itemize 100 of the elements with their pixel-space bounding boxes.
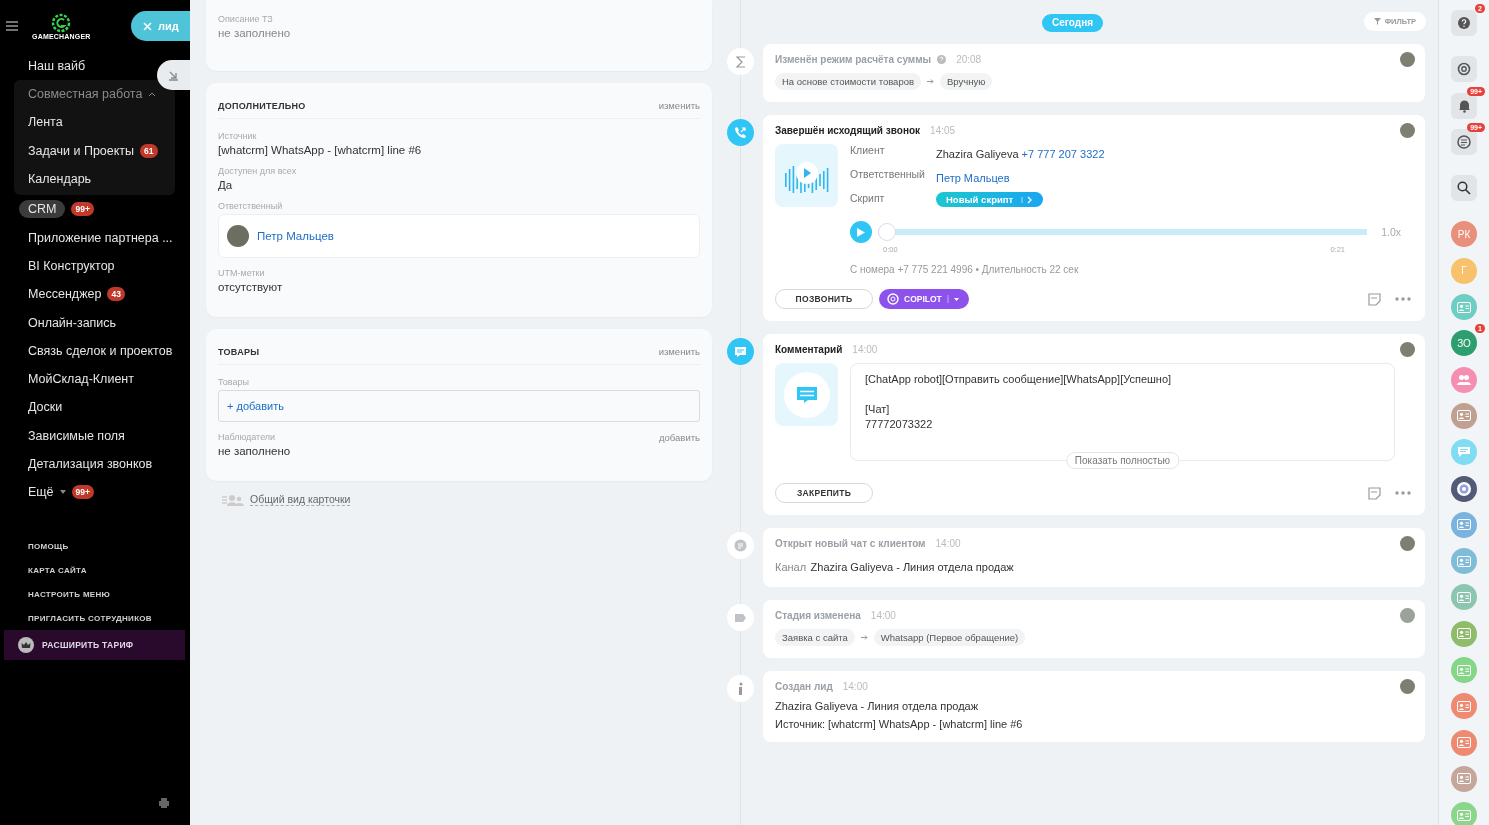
- arrow-icon: [860, 635, 868, 640]
- add-product-field[interactable]: + добавить: [218, 390, 700, 422]
- menu-item[interactable]: Лента: [28, 115, 63, 130]
- tag-icon: [734, 612, 747, 623]
- event-title: Изменён режим расчёта суммы: [775, 54, 932, 65]
- contact-button[interactable]: [1451, 584, 1477, 611]
- menu-item[interactable]: МойСклад-Клиент: [28, 372, 134, 387]
- contact-button[interactable]: [1451, 765, 1477, 792]
- card-view-link[interactable]: Общий вид карточки: [250, 493, 351, 506]
- chats-button[interactable]: [1451, 128, 1477, 155]
- info-icon: [737, 681, 744, 696]
- note-icon: [1368, 486, 1381, 500]
- menu-item[interactable]: Задачи и Проекты: [28, 143, 135, 158]
- avatar: [1400, 342, 1415, 357]
- person-link[interactable]: Петр Мальцев: [257, 230, 334, 242]
- count-badge: 99+: [71, 485, 94, 500]
- footer-link[interactable]: ПОМОЩЬ: [0, 534, 190, 559]
- contact-card-icon: [1457, 773, 1471, 785]
- menu-item[interactable]: Мессенджер: [28, 287, 102, 302]
- action-button[interactable]: ПОЗВОНИТЬ: [775, 289, 873, 309]
- app-button[interactable]: [1451, 475, 1477, 502]
- menu-item[interactable]: CRM: [19, 200, 66, 219]
- people-icon: [1456, 373, 1472, 386]
- field-label: Источник: [218, 131, 257, 141]
- menu-item[interactable]: Ещё: [28, 485, 54, 500]
- menu-item[interactable]: BI Конструктор: [28, 258, 115, 273]
- person-link[interactable]: Петр Мальцев: [936, 172, 1010, 184]
- contact-button[interactable]: [1451, 802, 1477, 825]
- event-time: 20:08: [956, 54, 982, 65]
- add-link[interactable]: добавить: [659, 432, 700, 445]
- field-value: [whatcrm] WhatsApp - [whatcrm] line #6: [218, 144, 423, 156]
- contact-card-icon: [1457, 591, 1471, 603]
- copilot-button[interactable]: COPILOT: [879, 289, 969, 309]
- spiral-icon: [887, 293, 899, 305]
- menu-group-title[interactable]: Совместная работа: [28, 87, 143, 102]
- call-field-label: Скрипт: [850, 192, 886, 206]
- bot-button[interactable]: [1451, 439, 1477, 466]
- contact-button[interactable]: [1451, 693, 1477, 720]
- menu-item[interactable]: Приложение партнера ...: [28, 230, 173, 245]
- avatar: [1400, 536, 1415, 551]
- bell-button[interactable]: [1451, 92, 1477, 119]
- contact-button[interactable]: [1451, 511, 1477, 538]
- contact-button[interactable]: [1451, 402, 1477, 429]
- play-button[interactable]: [850, 221, 872, 243]
- contact-button[interactable]: [1451, 729, 1477, 756]
- field-value: не заполнено: [218, 445, 292, 457]
- event-time: 14:00: [852, 344, 878, 355]
- event-time: 14:00: [870, 610, 896, 621]
- contact-button[interactable]: [1451, 548, 1477, 575]
- menu-item[interactable]: Календарь: [28, 172, 92, 187]
- field-label: Описание ТЗ: [218, 14, 273, 24]
- menu-item[interactable]: Наш вайб: [28, 59, 86, 74]
- footer-link[interactable]: НАСТРОИТЬ МЕНЮ: [0, 582, 190, 607]
- chat-bubble-icon: [783, 371, 830, 418]
- avatar: [1400, 679, 1415, 694]
- contact-card-icon: [1457, 700, 1471, 712]
- footer-link[interactable]: КАРТА САЙТА: [0, 558, 190, 583]
- collapse-button[interactable]: [157, 60, 190, 90]
- show-more-button[interactable]: Показать полностью: [1065, 452, 1180, 469]
- menu-item[interactable]: Связь сделок и проектов: [28, 343, 173, 358]
- channel-label: Канал: [775, 561, 807, 573]
- comment-text: [ChatApp robot][Отправить сообщение][WhatsApp][Успешно]: [865, 372, 1173, 387]
- menu-icon: [6, 21, 18, 31]
- contact-button[interactable]: [1451, 620, 1477, 647]
- edit-link[interactable]: изменить: [658, 100, 700, 111]
- contact-card-icon: [1457, 555, 1471, 567]
- more-icon: [1395, 297, 1411, 301]
- call-field-label: Клиент: [850, 144, 886, 158]
- section-title: ДОПОЛНИТЕЛЬНО: [218, 100, 306, 111]
- search-button[interactable]: [1451, 175, 1477, 202]
- group-button[interactable]: [1451, 366, 1477, 393]
- contact-button[interactable]: [1451, 294, 1477, 321]
- menu-item[interactable]: Онлайн-запись: [28, 315, 117, 330]
- footer-link[interactable]: ПРИГЛАСИТЬ СОТРУДНИКОВ: [0, 606, 190, 631]
- menu-item[interactable]: Зависимые поля: [28, 428, 125, 443]
- contact-card-icon: [1457, 809, 1471, 821]
- call-field-label: Ответственный: [850, 168, 926, 182]
- upgrade-button[interactable]: РАСШИРИТЬ ТАРИФ: [4, 630, 185, 661]
- edit-link[interactable]: изменить: [658, 346, 700, 357]
- chevron-right-icon: [1021, 195, 1034, 204]
- comment-text: [Чат]: [865, 402, 891, 417]
- contact-card-icon: [1457, 737, 1471, 749]
- crown-icon: [18, 637, 34, 654]
- slider-thumb[interactable]: [878, 223, 896, 241]
- avatar: [227, 225, 249, 247]
- count-badge: 43: [107, 287, 125, 302]
- date-pill: Сегодня: [1042, 14, 1103, 32]
- phone-link[interactable]: +7 777 207 3322: [1021, 148, 1105, 160]
- menu-item[interactable]: Детализация звонков: [28, 457, 153, 471]
- event-text: Zhazira Galiyeva - Линия отдела продаж: [775, 700, 980, 712]
- menu-item[interactable]: Доски: [28, 400, 63, 415]
- section-title: ТОВАРЫ: [218, 346, 260, 357]
- copilot-button[interactable]: [1451, 56, 1477, 83]
- field-value: Да: [218, 179, 234, 191]
- event-time: 14:05: [930, 125, 956, 136]
- logo-icon: [51, 12, 72, 33]
- contact-button[interactable]: [1451, 657, 1477, 684]
- contact-card-icon: [1457, 628, 1471, 640]
- action-button[interactable]: ЗАКРЕПИТЬ: [775, 483, 873, 503]
- help-button[interactable]: [1451, 10, 1477, 36]
